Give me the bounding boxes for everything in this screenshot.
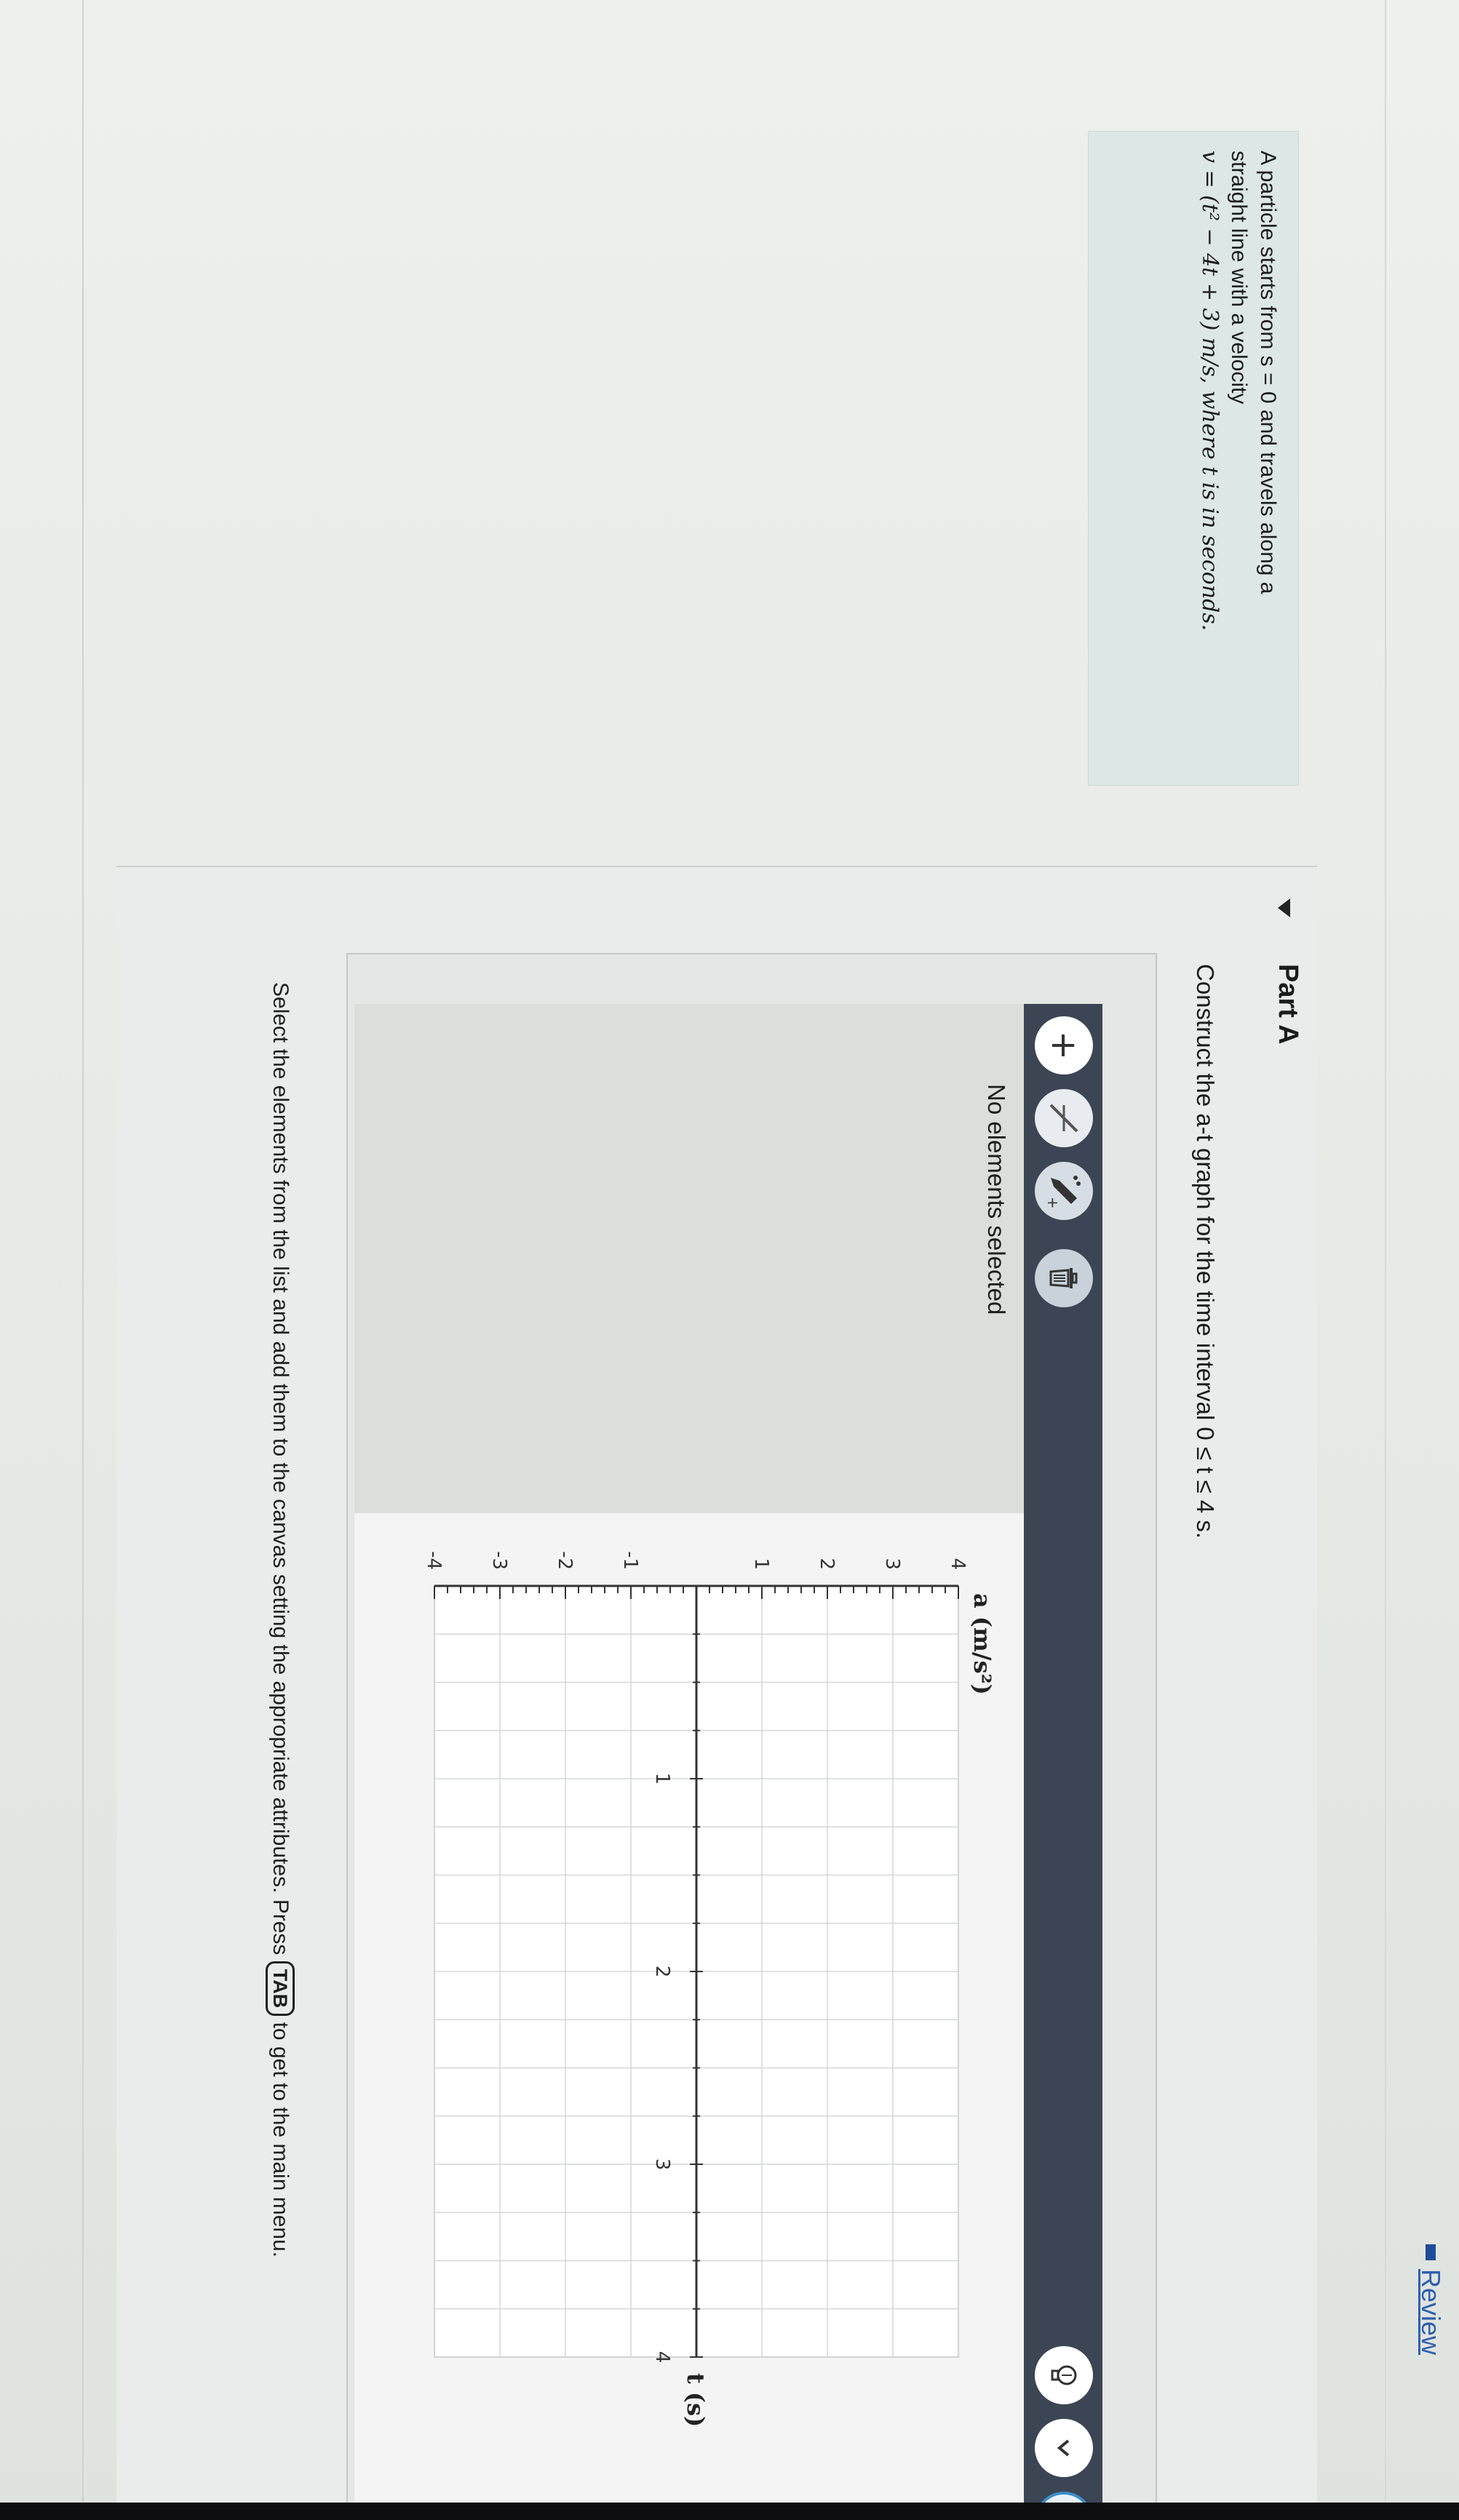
x-tick-label: 3 — [651, 2158, 673, 2171]
footer-instruction-after: to get to the main menu. — [269, 2022, 293, 2258]
at-graph[interactable]: 1 2 3 4 4 3 2 1 -1 -2 -3 -4 a (m/s²) t (s) — [354, 1513, 1024, 2505]
svg-text:+: + — [1044, 1197, 1062, 1209]
delete-button[interactable] — [1035, 1249, 1093, 1307]
screen-bezel — [0, 2503, 1459, 2520]
hint-button[interactable] — [1035, 2346, 1093, 2404]
y-tick-label: -2 — [554, 1551, 576, 1570]
divider — [82, 0, 84, 2520]
trash-icon — [1049, 1268, 1078, 1288]
divider — [1385, 0, 1386, 2520]
x-tick-label: 1 — [651, 1773, 673, 1785]
review-label[interactable]: Review — [1415, 2269, 1446, 2355]
part-a-instruction: Construct the a-t graph for the time int… — [1192, 964, 1219, 1539]
y-axis-label: a (m/s²) — [969, 1593, 996, 1695]
plus-icon: + — [1043, 1030, 1084, 1061]
y-tick-label: -4 — [423, 1551, 445, 1570]
x-tick-label: 4 — [651, 2351, 673, 2364]
y-tick-label: -1 — [619, 1551, 641, 1570]
x-axis-label: t (s) — [682, 2373, 709, 2427]
footer-instruction-before: Select the elements from the list and ad… — [269, 982, 293, 1955]
problem-line-1: A particle starts from s = 0 and travels… — [1256, 151, 1280, 594]
part-a-title[interactable]: Part A — [1272, 964, 1303, 1045]
element-status-panel — [354, 1004, 1024, 1557]
y-tick-label: 3 — [881, 1558, 903, 1570]
graph-toolbar — [1024, 1004, 1102, 2505]
selection-status: No elements selected — [983, 1084, 1010, 1315]
screen: Review A particle starts from s = 0 and … — [0, 0, 1459, 2520]
problem-statement: A particle starts from s = 0 and travels… — [1088, 131, 1299, 786]
y-tick-label: -3 — [488, 1551, 510, 1570]
review-icon — [1426, 2244, 1436, 2260]
line-tool-icon — [1049, 1104, 1078, 1133]
collapse-caret-icon[interactable] — [1278, 898, 1290, 917]
y-tick-label: 1 — [750, 1558, 772, 1570]
x-tick-label: 2 — [651, 1966, 673, 1978]
footer-instruction: Select the elements from the list and ad… — [266, 982, 295, 2510]
y-tick-label: 2 — [816, 1558, 838, 1570]
review-link[interactable]: Review — [1415, 2244, 1446, 2355]
chevron-down-icon — [1057, 2439, 1070, 2457]
line-tool-button[interactable] — [1035, 1089, 1093, 1147]
problem-line-3: v = (t² − 4t + 3) m/s, where t is in sec… — [1197, 151, 1223, 631]
lightbulb-icon — [1051, 2365, 1077, 2385]
draw-tool-button[interactable]: + — [1035, 1162, 1093, 1220]
y-tick-label: 4 — [947, 1558, 969, 1570]
tab-key-badge: TAB — [266, 1961, 295, 2017]
options-dropdown-button[interactable] — [1035, 2419, 1093, 2477]
problem-line-2: straight line with a velocity — [1227, 151, 1251, 404]
pencil-plus-icon: + — [1044, 1176, 1081, 1209]
add-element-button[interactable]: + — [1035, 1016, 1093, 1074]
